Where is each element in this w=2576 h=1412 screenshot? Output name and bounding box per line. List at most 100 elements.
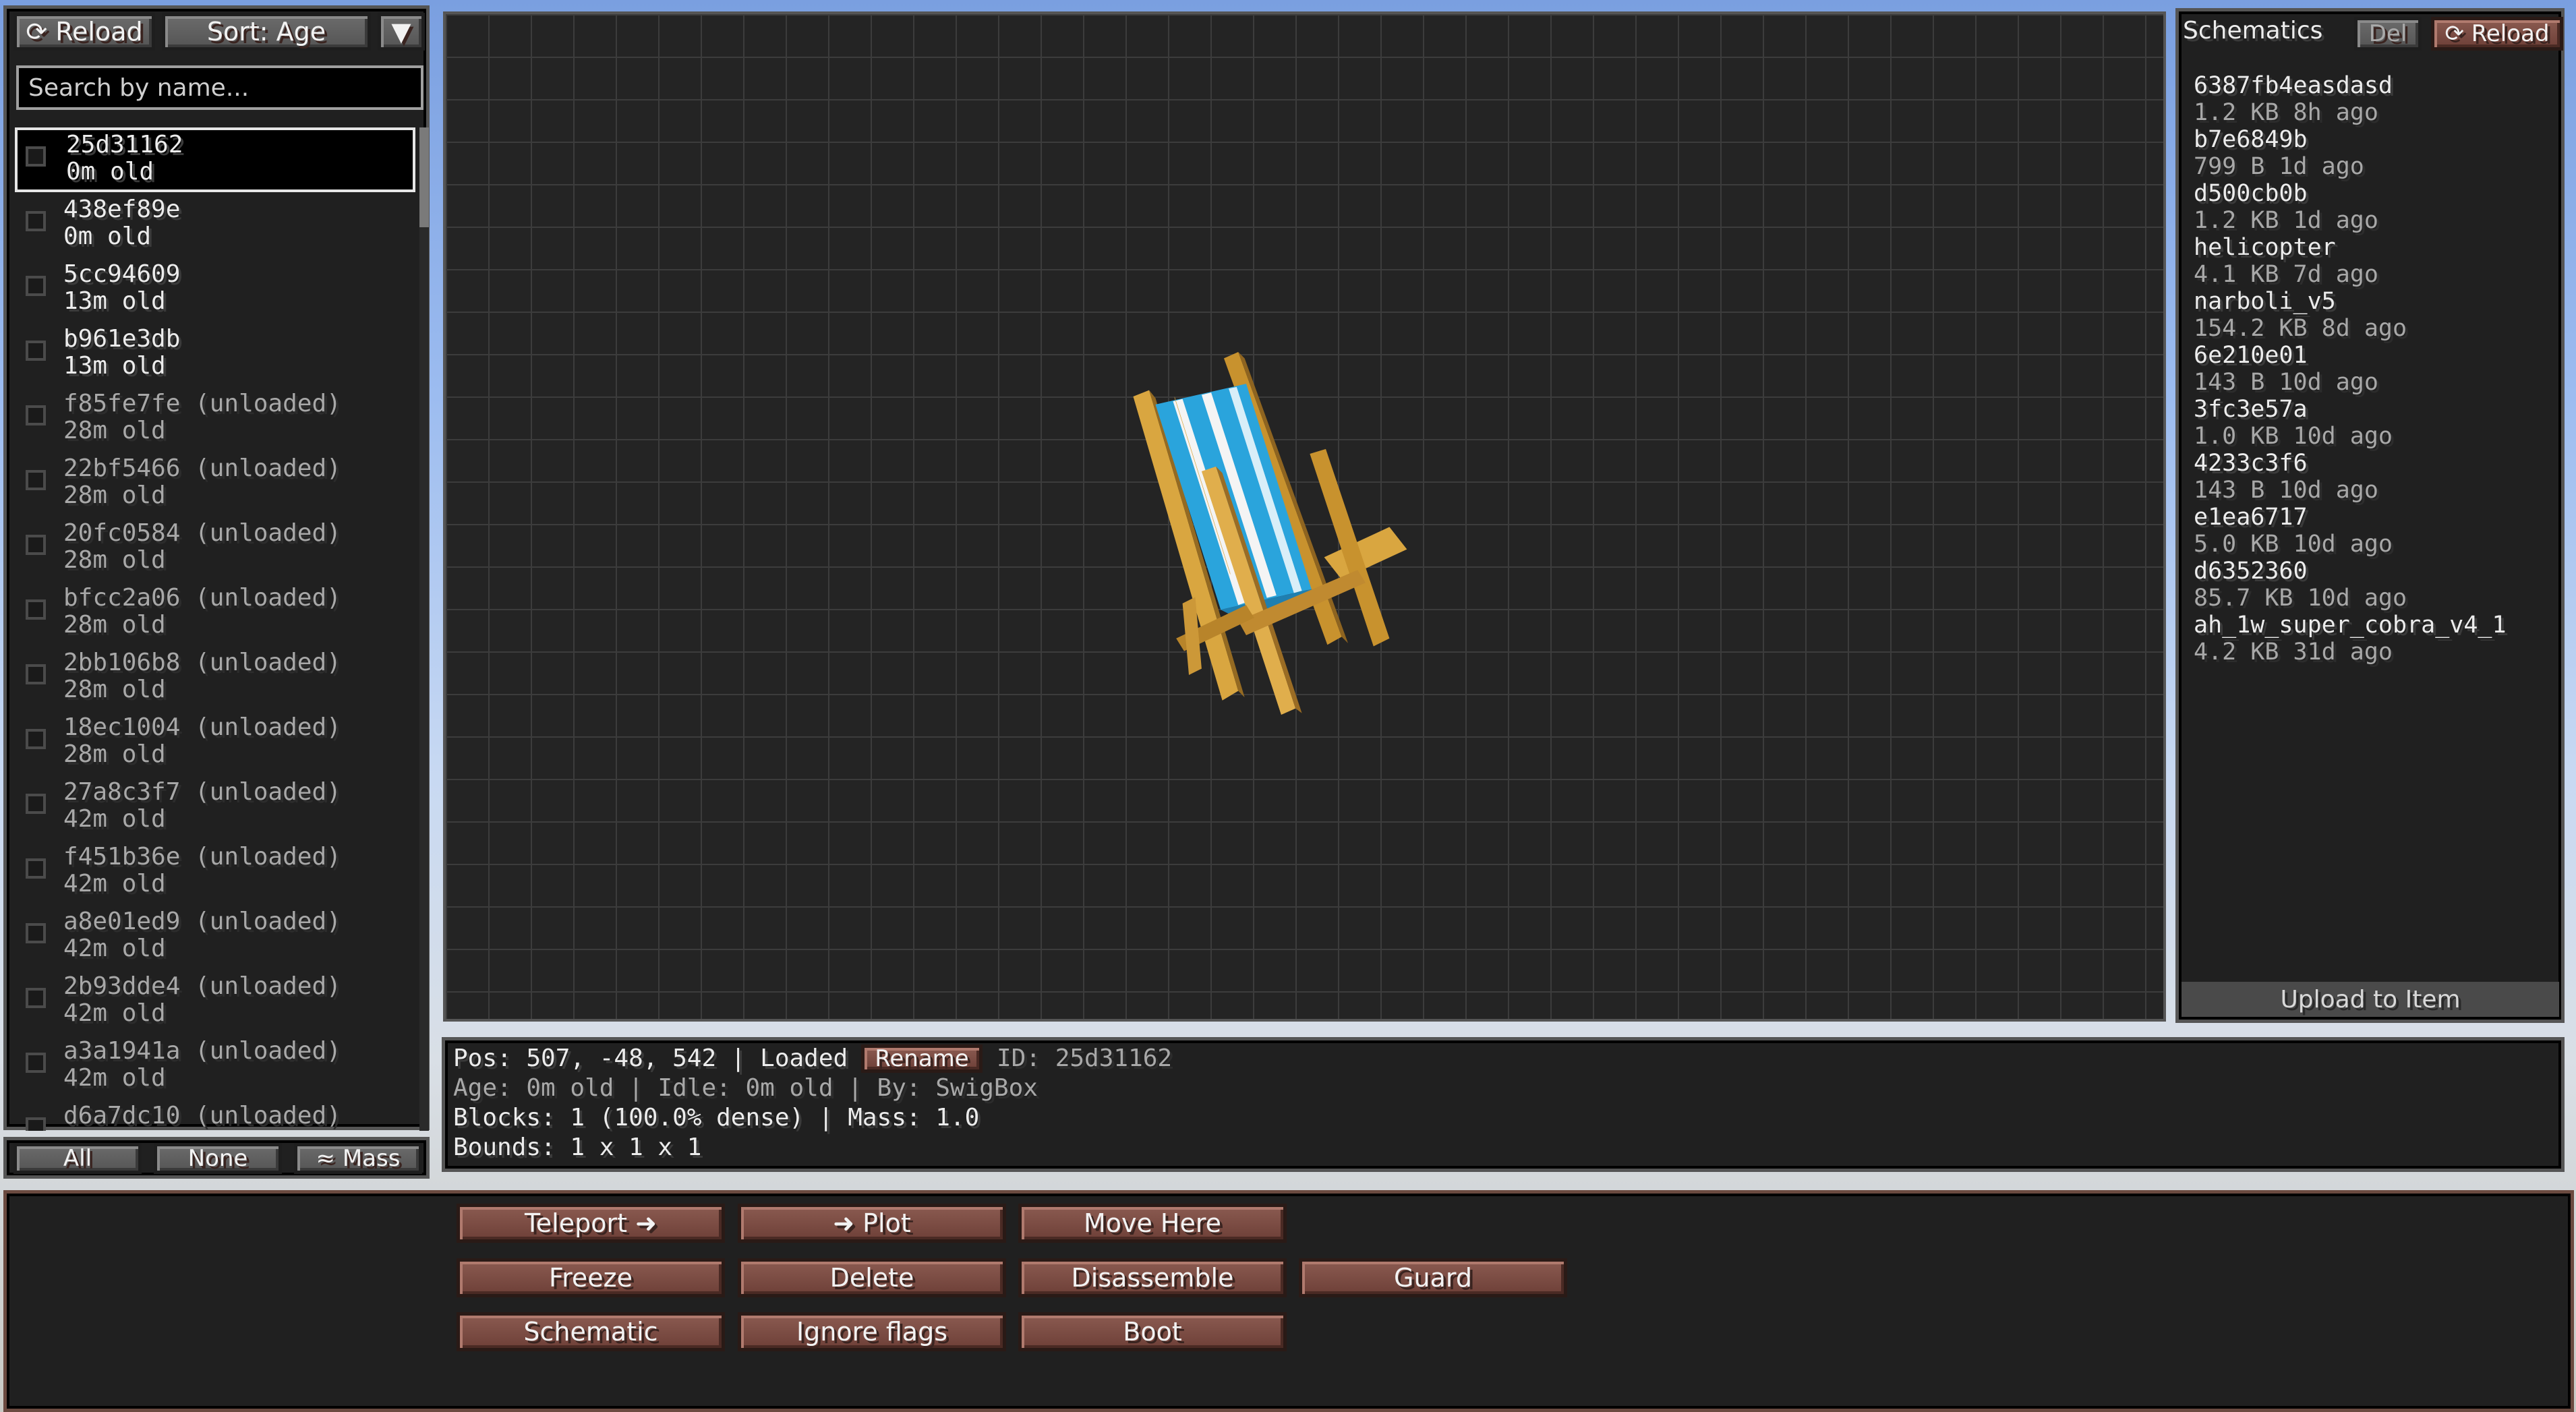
move-here-button[interactable]: Move Here	[1018, 1204, 1287, 1243]
entity-list-item[interactable]: 5cc94609 13m old	[15, 257, 415, 322]
guard-button[interactable]: Guard	[1299, 1258, 1567, 1297]
entity-list-item[interactable]: 25d31162 0m old	[15, 127, 415, 192]
entity-checkbox[interactable]	[26, 858, 46, 879]
boot-button[interactable]: Boot	[1018, 1312, 1287, 1351]
reload-schematics-button[interactable]: ⟳ Reload	[2431, 17, 2563, 51]
entity-list-item[interactable]: a3a1941a (unloaded) 42m old	[15, 1034, 415, 1098]
schematic-list-item[interactable]: e1ea6717 5.0 KB 10d ago	[2194, 504, 2558, 558]
delete-button[interactable]: Delete	[738, 1258, 1006, 1297]
entity-checkbox[interactable]	[26, 923, 46, 943]
rename-button[interactable]: Rename	[861, 1045, 983, 1073]
sort-direction-button[interactable]: ▼	[378, 13, 425, 51]
entity-checkbox[interactable]	[26, 1117, 46, 1131]
entity-name: 18ec1004 (unloaded)	[63, 713, 341, 741]
scrollbar-track[interactable]	[419, 127, 429, 1131]
entity-list-item[interactable]: 2b93dde4 (unloaded) 42m old	[15, 969, 415, 1034]
entity-age: 28m old	[63, 481, 166, 509]
entity-name: 2b93dde4 (unloaded)	[63, 972, 341, 1000]
disassemble-button[interactable]: Disassemble	[1018, 1258, 1287, 1297]
teleport-button[interactable]: Teleport ➜	[457, 1204, 725, 1243]
entity-checkbox[interactable]	[26, 729, 46, 749]
schematic-name: 6387fb4easdasd	[2194, 72, 2393, 99]
freeze-button[interactable]: Freeze	[457, 1258, 725, 1297]
entity-list-panel: ⟳ Reload Sort: Age ▼ 25d311620m old438ef…	[3, 5, 430, 1131]
entity-list-item[interactable]: 2bb106b8 (unloaded) 28m old	[15, 645, 415, 710]
schematic-name: d6352360	[2194, 558, 2308, 585]
schematic-name: 6e210e01	[2194, 342, 2308, 369]
entity-name: f85fe7fe (unloaded)	[63, 390, 341, 417]
entity-checkbox[interactable]	[26, 276, 46, 296]
delete-schematic-button[interactable]: Del	[2354, 17, 2422, 51]
schematic-list-item[interactable]: d500cb0b 1.2 KB 1d ago	[2194, 180, 2558, 234]
schematic-list: 6387fb4easdasd 1.2 KB 8h ago b7e6849b 799 B…	[2194, 72, 2558, 666]
entity-checkbox[interactable]	[26, 988, 46, 1008]
schematic-list-item[interactable]: helicopter 4.1 KB 7d ago	[2194, 234, 2558, 288]
entity-name: b961e3db	[63, 325, 181, 353]
entity-list-item[interactable]: 27a8c3f7 (unloaded) 42m old	[15, 775, 415, 840]
entity-name: d6a7dc10 (unloaded)	[63, 1102, 341, 1129]
tab-schematics[interactable]: Schematics	[2183, 17, 2322, 45]
sort-button[interactable]: Sort: Age	[162, 13, 371, 51]
schematic-list-item[interactable]: 6387fb4easdasd 1.2 KB 8h ago	[2194, 72, 2558, 126]
entity-list-item[interactable]: f85fe7fe (unloaded) 28m old	[15, 386, 415, 451]
entity-checkbox[interactable]	[26, 535, 46, 555]
schematic-list-item[interactable]: ah_1w_super_cobra_v4_1 4.2 KB 31d ago	[2194, 612, 2558, 666]
entity-name: f451b36e (unloaded)	[63, 843, 341, 871]
entity-age: 42m old	[63, 999, 166, 1027]
deck-chair-model	[1133, 351, 1407, 715]
reload-button[interactable]: ⟳ Reload	[13, 13, 155, 51]
entity-name: 25d31162	[66, 131, 183, 158]
select-none-button[interactable]: None	[154, 1143, 282, 1174]
schematic-list-item[interactable]: 6e210e01 143 B 10d ago	[2194, 342, 2558, 396]
entity-checkbox[interactable]	[26, 470, 46, 490]
schematic-name: narboli_v5	[2194, 288, 2336, 315]
entity-checkbox[interactable]	[26, 146, 46, 167]
3d-preview-viewport[interactable]	[443, 11, 2166, 1022]
entity-checkbox[interactable]	[26, 405, 46, 425]
schematic-list-item[interactable]: b7e6849b 799 B 1d ago	[2194, 126, 2558, 180]
ignore-flags-button[interactable]: Ignore flags	[738, 1312, 1006, 1351]
search-input[interactable]	[16, 65, 423, 110]
entity-checkbox[interactable]	[26, 341, 46, 361]
entity-list-item[interactable]: 438ef89e 0m old	[15, 192, 415, 257]
entity-name: 20fc0584 (unloaded)	[63, 519, 341, 547]
schematic-meta: 4.1 KB 7d ago	[2194, 261, 2378, 288]
age-idle-owner: Age: 0m old | Idle: 0m old | By: SwigBox	[453, 1074, 1038, 1102]
entity-list-item[interactable]: f451b36e (unloaded) 42m old	[15, 840, 415, 904]
entity-checkbox[interactable]	[26, 664, 46, 684]
entity-checkbox[interactable]	[26, 211, 46, 231]
position-status: Pos: 507, -48, 542 | Loaded	[453, 1045, 848, 1072]
mass-button[interactable]: ≈ Mass	[294, 1143, 422, 1174]
schematic-list-item[interactable]: d6352360 85.7 KB 10d ago	[2194, 558, 2558, 612]
entity-age: 42m old	[63, 1064, 166, 1092]
plot-button[interactable]: ➜ Plot	[738, 1204, 1006, 1243]
schematic-meta: 5.0 KB 10d ago	[2194, 531, 2393, 558]
entity-list-item[interactable]: b961e3db 13m old	[15, 322, 415, 386]
schematic-meta: 143 B 10d ago	[2194, 369, 2378, 396]
entity-name: bfcc2a06 (unloaded)	[63, 584, 341, 612]
entity-checkbox[interactable]	[26, 794, 46, 814]
entity-list-item[interactable]: a8e01ed9 (unloaded) 42m old	[15, 904, 415, 969]
schematic-meta: 154.2 KB 8d ago	[2194, 315, 2407, 342]
schematic-meta: 4.2 KB 31d ago	[2194, 639, 2393, 666]
select-all-button[interactable]: All	[13, 1143, 142, 1174]
entity-list-item[interactable]: 22bf5466 (unloaded) 28m old	[15, 451, 415, 516]
schematic-list-item[interactable]: 4233c3f6 143 B 10d ago	[2194, 450, 2558, 504]
schematic-list-item[interactable]: narboli_v5 154.2 KB 8d ago	[2194, 288, 2558, 342]
schematic-button[interactable]: Schematic	[457, 1312, 725, 1351]
schematic-name: b7e6849b	[2194, 126, 2308, 153]
actions-panel: Teleport ➜ ➜ Plot Move Here Freeze Delet…	[3, 1190, 2574, 1412]
scrollbar-thumb[interactable]	[419, 127, 429, 227]
schematic-list-item[interactable]: 3fc3e57a 1.0 KB 10d ago	[2194, 396, 2558, 450]
entity-list-item[interactable]: bfcc2a06 (unloaded) 28m old	[15, 581, 415, 645]
upload-to-item-button[interactable]: Upload to Item	[2182, 982, 2559, 1017]
schematic-meta: 1.0 KB 10d ago	[2194, 423, 2393, 450]
schematic-meta: 1.2 KB 8h ago	[2194, 99, 2378, 126]
entity-checkbox[interactable]	[26, 599, 46, 620]
entity-list-item[interactable]: d6a7dc10 (unloaded)	[15, 1098, 415, 1131]
schematic-name: ah_1w_super_cobra_v4_1	[2194, 612, 2507, 639]
entity-list-item[interactable]: 18ec1004 (unloaded) 28m old	[15, 710, 415, 775]
schematic-name: d500cb0b	[2194, 180, 2308, 207]
entity-checkbox[interactable]	[26, 1053, 46, 1073]
entity-list-item[interactable]: 20fc0584 (unloaded) 28m old	[15, 516, 415, 581]
